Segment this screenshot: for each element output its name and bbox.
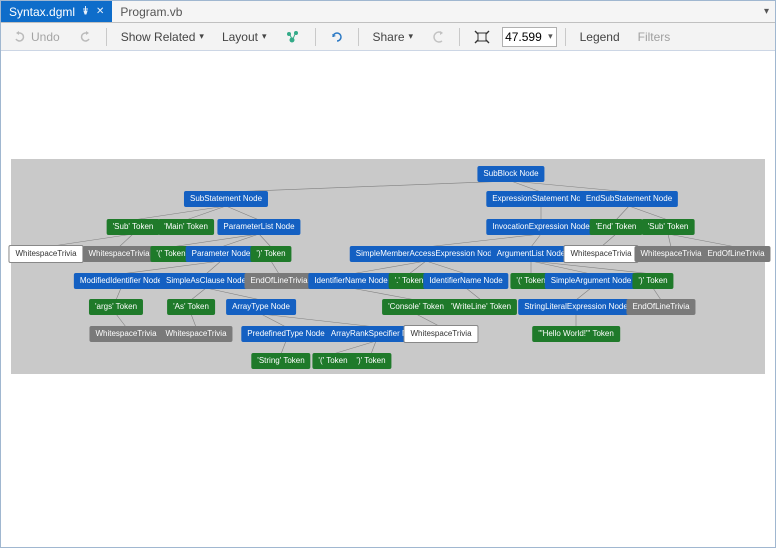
graph-node[interactable]: WhitespaceTrivia [563, 245, 638, 263]
redo-button[interactable] [72, 27, 98, 47]
graph-node[interactable]: WhitespaceTrivia [159, 326, 232, 342]
graph-node[interactable]: 'Sub' Token [107, 219, 160, 235]
graph-node[interactable]: EndSubStatement Node [580, 191, 678, 207]
graph-node[interactable]: ArgumentList Node [491, 246, 571, 262]
graph-node[interactable]: InvocationExpression Node [486, 219, 595, 235]
filters-label: Filters [638, 30, 671, 44]
undo-label: Undo [31, 30, 60, 44]
graph-node[interactable]: 'WriteLine' Token [445, 299, 517, 315]
graph-node[interactable]: StringLiteralExpression Node [518, 299, 634, 315]
layout-label: Layout [222, 30, 258, 44]
share-button[interactable]: Share ▾ [367, 27, 420, 47]
fit-to-screen-button[interactable] [468, 27, 496, 47]
graph-node[interactable]: EndOfLineTrivia [626, 299, 695, 315]
clusters-button[interactable] [279, 27, 307, 47]
undo-button[interactable]: Undo [7, 27, 66, 47]
chevron-down-icon: ▾ [199, 31, 204, 42]
zoom-combo[interactable]: ▾ [502, 27, 557, 47]
graph-node[interactable]: WhitespaceTrivia [8, 245, 83, 263]
graph-node[interactable]: IdentifierName Node [423, 273, 508, 289]
graph-node[interactable]: 'Console' Token [382, 299, 450, 315]
back-arrow-icon [431, 30, 445, 44]
graph-node[interactable]: WhitespaceTrivia [82, 246, 155, 262]
zoom-input[interactable] [503, 30, 545, 44]
graph-node[interactable]: 'Sub' Token [642, 219, 695, 235]
layout-button[interactable]: Layout ▾ [216, 27, 273, 47]
graph-node[interactable]: WhitespaceTrivia [89, 326, 162, 342]
graph-node[interactable]: SubBlock Node [477, 166, 544, 182]
tab-strip: Syntax.dgml ✕ Program.vb ▾ [1, 1, 775, 23]
graph-node[interactable]: ')' Token [350, 353, 391, 369]
graph-node[interactable]: ParameterList Node [217, 219, 300, 235]
close-icon[interactable]: ✕ [96, 6, 104, 17]
refresh-icon [330, 30, 344, 44]
graph-node[interactable]: SimpleMemberAccessExpression Node [350, 246, 503, 262]
graph-node[interactable]: SimpleArgument Node [545, 273, 637, 289]
graph-node[interactable]: '(' Token [312, 353, 353, 369]
graph-node[interactable]: 'As' Token [167, 299, 215, 315]
chevron-down-icon: ▾ [262, 31, 267, 42]
graph-node[interactable]: ')' Token [250, 246, 291, 262]
graph-node[interactable]: ModifiedIdentifier Node [74, 273, 168, 289]
tab-label: Syntax.dgml [9, 5, 75, 19]
filters-button[interactable]: Filters [632, 27, 677, 47]
legend-label: Legend [580, 30, 620, 44]
graph-node[interactable]: '"Hello World!"' Token [532, 326, 620, 342]
tab-syntax-dgml[interactable]: Syntax.dgml ✕ [1, 1, 112, 22]
graph-node[interactable]: EndOfLineTrivia [701, 246, 770, 262]
graph-node[interactable]: ')' Token [632, 273, 673, 289]
tab-label: Program.vb [120, 5, 182, 19]
graph-node[interactable]: SimpleAsClause Node [160, 273, 252, 289]
pin-icon[interactable] [81, 6, 90, 18]
chevron-down-icon: ▾ [409, 31, 414, 42]
graph-node[interactable]: 'Main' Token [158, 219, 214, 235]
graph-node[interactable]: WhitespaceTrivia [634, 246, 707, 262]
clusters-icon [285, 30, 301, 44]
chevron-down-icon[interactable]: ▾ [545, 31, 556, 42]
redo-icon [78, 30, 92, 44]
tab-program-vb[interactable]: Program.vb [112, 1, 190, 22]
graph-node[interactable]: 'args' Token [89, 299, 143, 315]
diagram-canvas[interactable]: SubBlock NodeSubStatement NodeExpression… [1, 51, 775, 547]
graph-node[interactable]: 'String' Token [251, 353, 310, 369]
share-label: Share [373, 30, 405, 44]
legend-button[interactable]: Legend [574, 27, 626, 47]
graph-node[interactable]: PredefinedType Node [241, 326, 330, 342]
toolbar: Undo Show Related ▾ Layout ▾ Share ▾ [1, 23, 775, 51]
graph-node[interactable]: EndOfLineTrivia [244, 273, 313, 289]
graph-node[interactable]: ArrayType Node [226, 299, 296, 315]
undo-icon [13, 30, 27, 44]
graph-node[interactable]: 'End' Token [590, 219, 643, 235]
tab-overflow-dropdown[interactable]: ▾ [758, 6, 775, 17]
graph-node[interactable]: Parameter Node [186, 246, 257, 262]
fit-icon [474, 30, 490, 44]
show-related-label: Show Related [121, 30, 196, 44]
refresh-button[interactable] [324, 27, 350, 47]
graph-node[interactable]: SubStatement Node [184, 191, 268, 207]
graph-node[interactable]: IdentifierName Node [308, 273, 393, 289]
show-related-button[interactable]: Show Related ▾ [115, 27, 210, 47]
graph-node[interactable]: WhitespaceTrivia [403, 325, 478, 343]
back-button[interactable] [425, 27, 451, 47]
